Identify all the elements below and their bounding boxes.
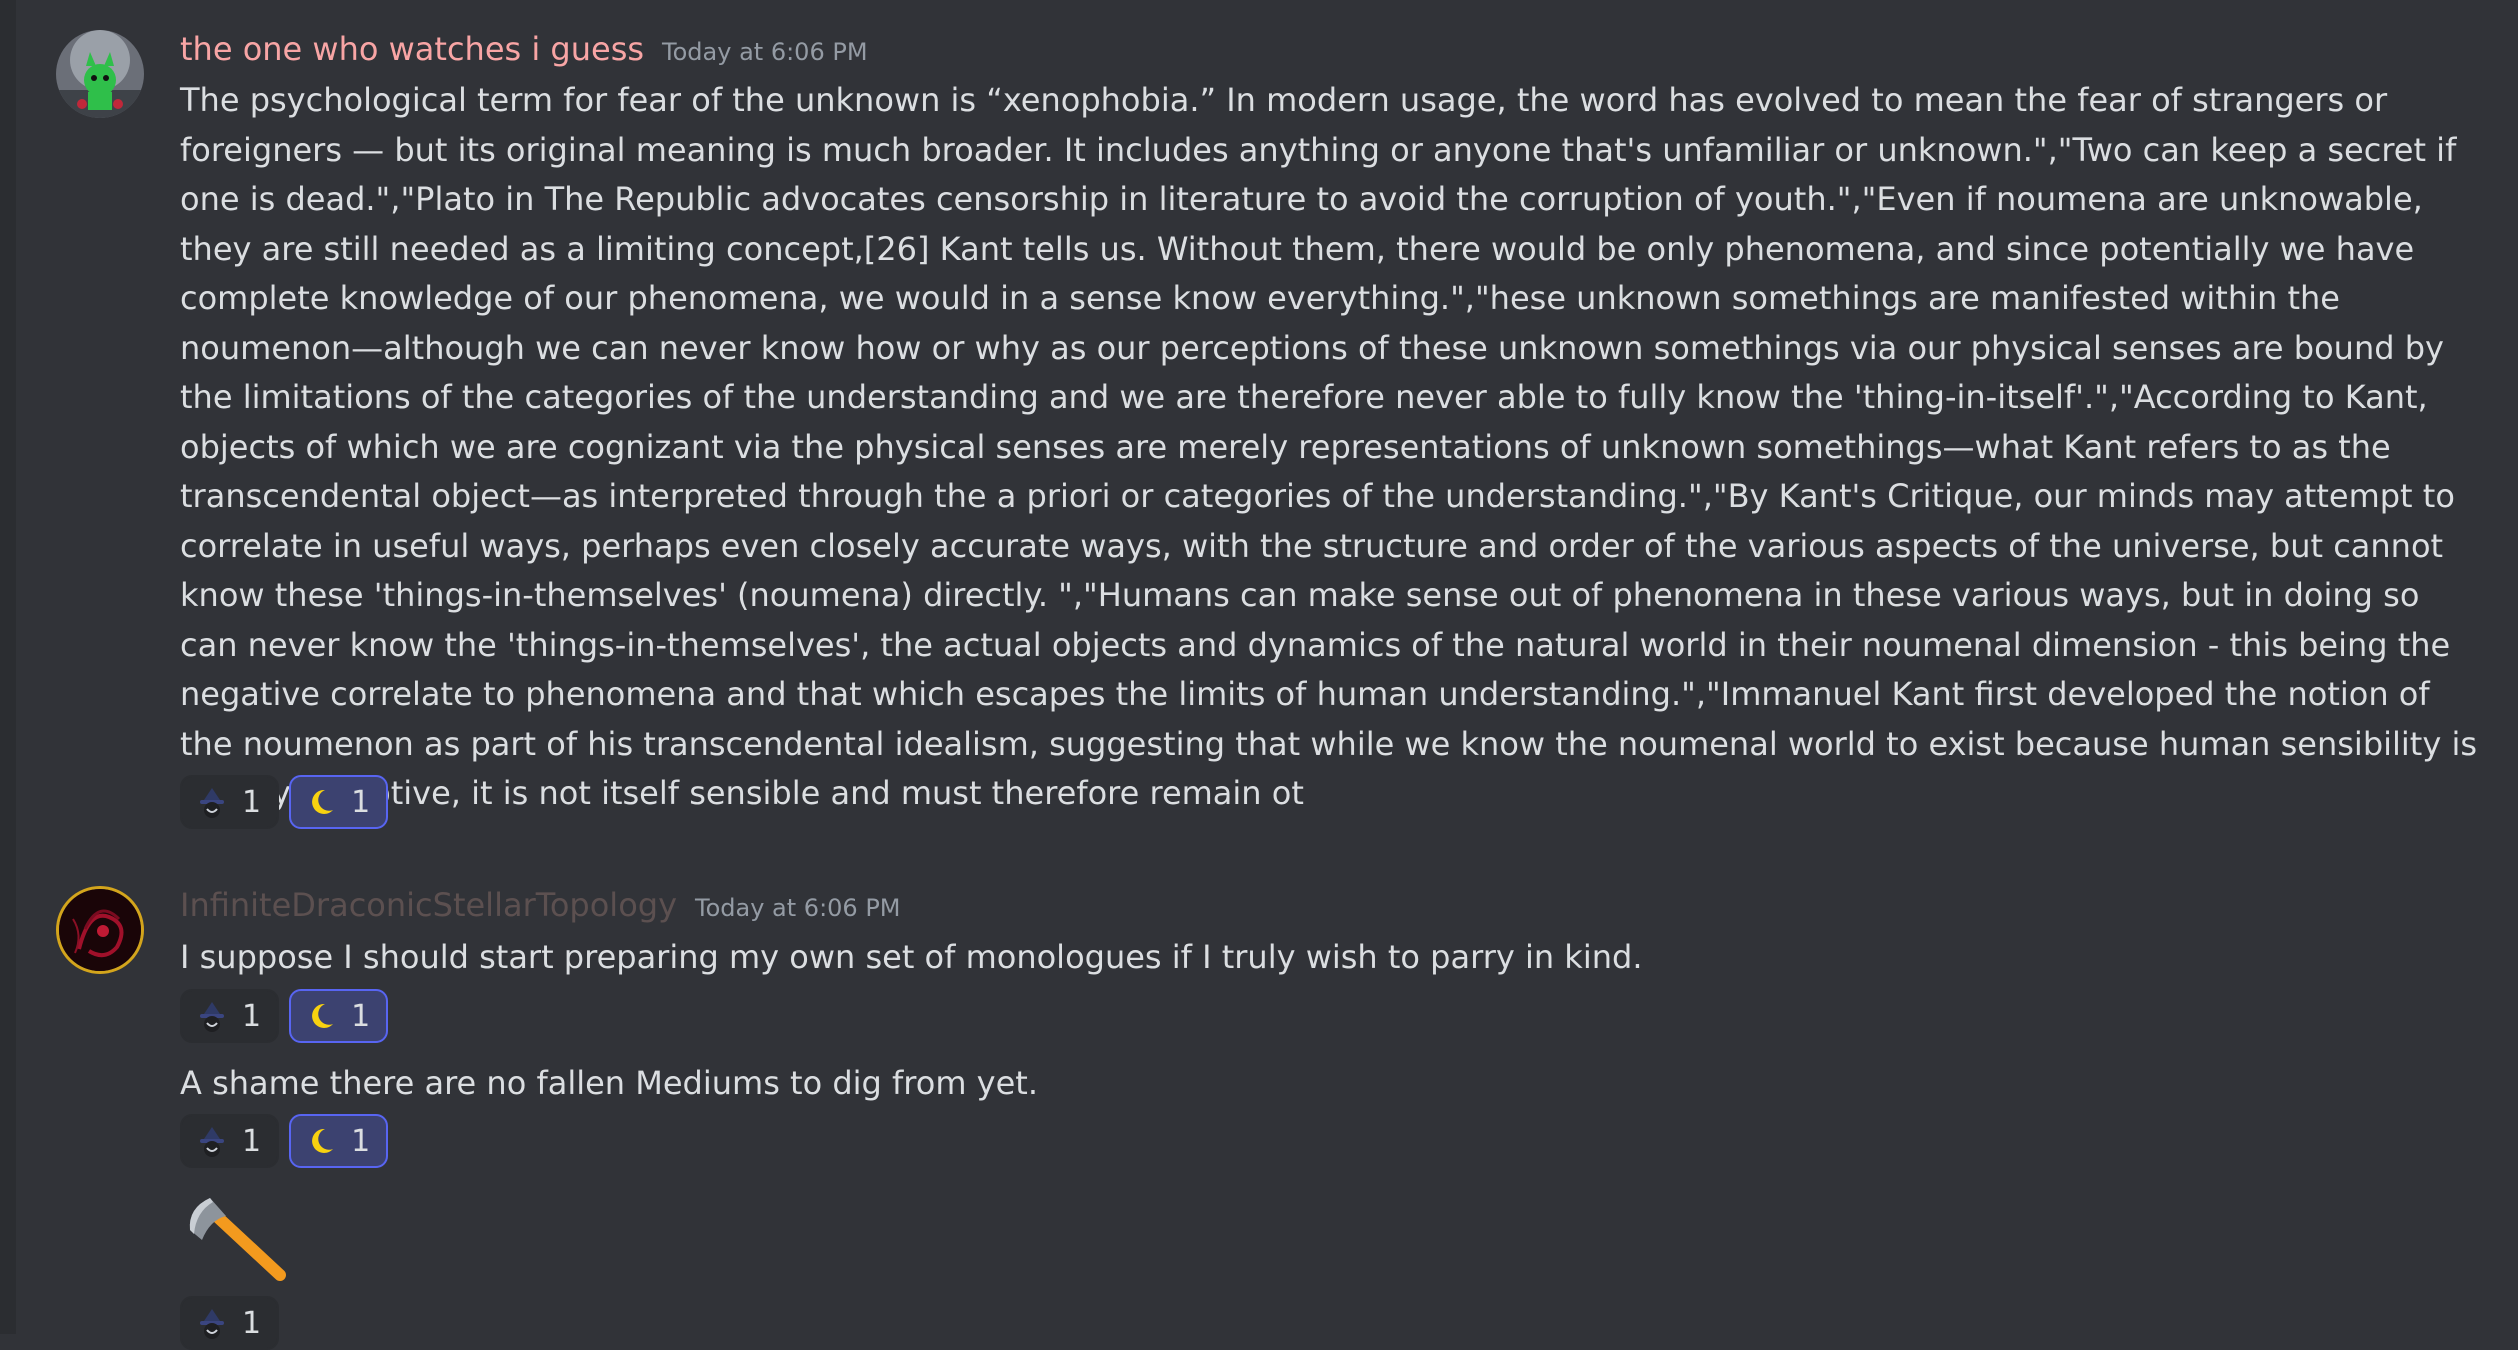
reaction-button[interactable]: 1 (180, 1296, 280, 1350)
timestamp[interactable]: Today at 6:06 PM (695, 894, 901, 922)
reaction-count: 1 (351, 784, 371, 820)
timestamp[interactable]: Today at 6:06 PM (662, 38, 868, 66)
witch-hat-face-icon (196, 1000, 228, 1032)
reaction-count: 1 (242, 1305, 262, 1341)
crescent-moon-icon (305, 786, 337, 818)
reaction-count: 1 (242, 1123, 262, 1159)
username[interactable]: InfiniteDraconicStellarTopology (180, 886, 677, 924)
reaction-count: 1 (242, 998, 262, 1034)
reaction-button[interactable]: 1 (289, 989, 389, 1043)
left-sidebar-edge (0, 0, 16, 1334)
reaction-bar: 1 1 (180, 1114, 389, 1168)
witch-hat-face-icon (196, 1307, 228, 1339)
witch-hat-face-icon (196, 786, 228, 818)
reaction-bar: 1 1 (180, 989, 389, 1043)
message-text: A shame there are no fallen Mediums to d… (180, 1064, 1038, 1102)
reaction-button[interactable]: 1 (180, 1114, 280, 1168)
reaction-button[interactable]: 1 (289, 1114, 389, 1168)
reaction-count: 1 (242, 784, 262, 820)
reaction-button[interactable]: 1 (289, 775, 389, 829)
avatar[interactable] (56, 886, 144, 974)
message-text: I suppose I should start preparing my ow… (180, 938, 1643, 976)
reaction-bar: 1 1 (180, 775, 389, 829)
crescent-moon-icon (305, 1125, 337, 1157)
reaction-count: 1 (351, 998, 371, 1034)
avatar[interactable] (56, 30, 144, 118)
axe-icon (180, 1190, 290, 1290)
reaction-count: 1 (351, 1123, 371, 1159)
reaction-button[interactable]: 1 (180, 989, 280, 1043)
message-text: The psychological term for fear of the u… (180, 81, 2478, 812)
reaction-button[interactable]: 1 (180, 775, 280, 829)
reaction-bar: 1 (180, 1296, 280, 1350)
witch-hat-face-icon (196, 1125, 228, 1157)
crescent-moon-icon (305, 1000, 337, 1032)
username[interactable]: the one who watches i guess (180, 30, 644, 68)
message-header: InfiniteDraconicStellarTopology Today at… (180, 886, 901, 926)
message-header: the one who watches i guess Today at 6:0… (180, 30, 868, 70)
